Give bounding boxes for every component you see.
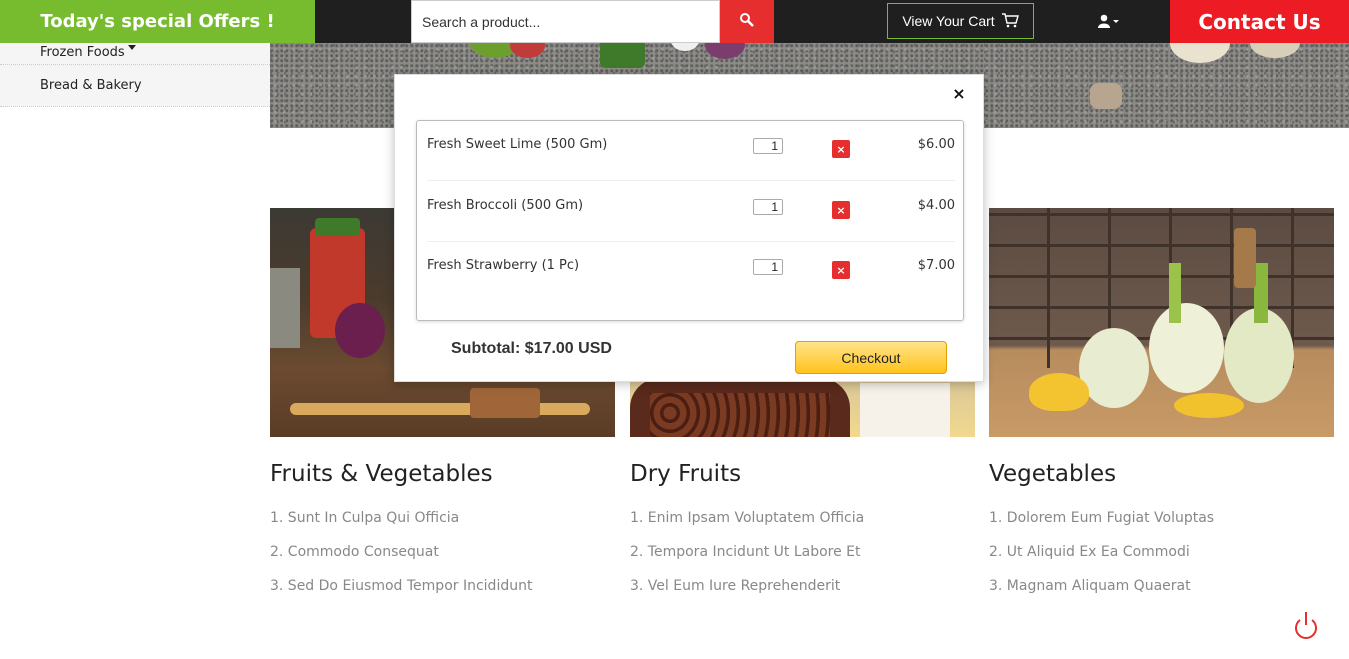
sidebar-item-label: Frozen Foods [40,45,125,60]
remove-item-button[interactable]: × [832,140,850,158]
category-list: 1. Dolorem Eum Fugiat Voluptas 2. Ut Ali… [989,508,1334,610]
list-item[interactable]: 3. Sed Do Eiusmod Tempor Incididunt [270,576,615,610]
sidebar-item-bread-bakery[interactable]: Bread & Bakery [0,65,270,107]
category-title[interactable]: Fruits & Vegetables [270,461,615,491]
cart-icon [1001,12,1019,31]
list-item[interactable]: 3. Magnam Aliquam Quaerat [989,576,1334,610]
search-form [411,0,774,43]
cart-item-name: Fresh Broccoli (500 Gm) [427,198,584,213]
category-card-vegetables: Vegetables 1. Dolorem Eum Fugiat Volupta… [989,208,1334,610]
contact-us-link[interactable]: Contact Us [1170,0,1349,43]
list-item[interactable]: 2. Commodo Consequat [270,542,615,576]
list-item[interactable]: 2. Tempora Incidunt Ut Labore Et [630,542,975,576]
list-item[interactable]: 1. Dolorem Eum Fugiat Voluptas [989,508,1334,542]
cart-item-row: Fresh Broccoli (500 Gm) × $4.00 [427,182,955,242]
category-list: 1. Enim Ipsam Voluptatem Officia 2. Temp… [630,508,975,610]
cart-subtotal: Subtotal: $17.00 USD [451,340,612,357]
quantity-input[interactable] [753,199,783,215]
list-item[interactable]: 2. Ut Aliquid Ex Ea Commodi [989,542,1334,576]
category-list: 1. Sunt In Culpa Qui Officia 2. Commodo … [270,508,615,610]
special-offers-link[interactable]: Today's special Offers ! [0,0,315,43]
sidebar: Frozen Foods Bread & Bakery [0,43,270,107]
cart-items-list: Fresh Sweet Lime (500 Gm) × $6.00 Fresh … [416,120,964,321]
power-icon[interactable] [1292,610,1320,640]
sidebar-item-frozen-foods[interactable]: Frozen Foods [0,43,270,65]
quantity-input[interactable] [753,259,783,275]
remove-item-button[interactable]: × [832,201,850,219]
checkout-button[interactable]: Checkout [795,341,947,374]
cart-item-name: Fresh Strawberry (1 Pc) [427,258,580,273]
user-icon [1098,13,1120,32]
sidebar-item-label: Bread & Bakery [40,78,142,93]
list-item[interactable]: 1. Sunt In Culpa Qui Officia [270,508,615,542]
search-button[interactable] [720,0,774,43]
category-title[interactable]: Vegetables [989,461,1334,491]
top-bar: Today's special Offers ! View Your Cart [0,0,1349,43]
list-item[interactable]: 3. Vel Eum Iure Reprehenderit [630,576,975,610]
cart-item-price: $4.00 [917,198,955,213]
user-menu-button[interactable] [1094,10,1124,34]
search-icon [739,12,755,31]
category-title[interactable]: Dry Fruits [630,461,975,491]
close-icon[interactable]: × [950,84,968,103]
cart-item-price: $7.00 [917,258,955,273]
cart-item-price: $6.00 [917,137,955,152]
view-cart-button[interactable]: View Your Cart [887,3,1034,39]
quantity-input[interactable] [753,138,783,154]
page: Today's special Offers ! View Your Cart [0,0,1349,659]
cart-item-name: Fresh Sweet Lime (500 Gm) [427,137,608,152]
category-image[interactable] [989,208,1334,437]
list-item[interactable]: 1. Enim Ipsam Voluptatem Officia [630,508,975,542]
view-cart-label: View Your Cart [902,13,995,29]
cart-item-row: Fresh Sweet Lime (500 Gm) × $6.00 [427,121,955,181]
caret-down-icon [127,45,136,50]
remove-item-button[interactable]: × [832,261,850,279]
cart-item-row: Fresh Strawberry (1 Pc) × $7.00 [427,242,955,302]
cart-modal: × Fresh Sweet Lime (500 Gm) × $6.00 Fres… [394,74,984,382]
search-input[interactable] [411,0,720,43]
